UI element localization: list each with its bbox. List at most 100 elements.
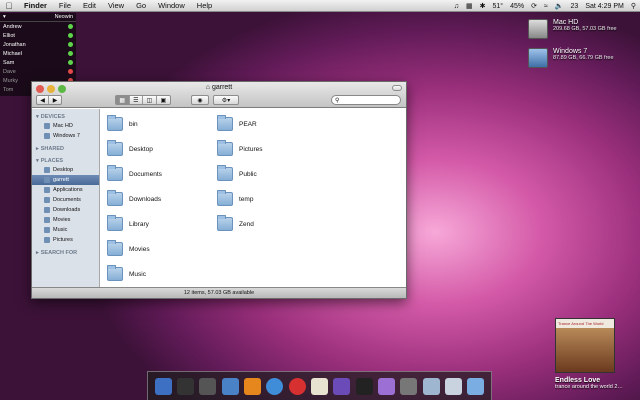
drive-name: Mac HD [553, 19, 579, 26]
trash-dock-icon[interactable] [467, 377, 485, 395]
sidebar-item-label: Desktop [53, 167, 74, 173]
action-menu-button[interactable]: ⚙ ▾ [213, 95, 239, 105]
sidebar-item-desktop[interactable]: Desktop [32, 165, 99, 175]
applications-stack-dock-icon[interactable] [422, 377, 440, 395]
file-item[interactable]: Library [107, 215, 149, 231]
file-item[interactable]: Desktop [107, 140, 153, 156]
dashboard-dock-icon[interactable] [176, 377, 194, 395]
temperature-readout[interactable]: 51° [492, 3, 503, 10]
status-dot-icon [68, 69, 73, 74]
file-name: Music [129, 270, 146, 278]
menu-finder[interactable]: Finder [18, 1, 53, 10]
spotlight-icon[interactable]: ⚲ [631, 2, 636, 10]
icon-view-button[interactable]: ▦ [116, 96, 130, 104]
toolbar-toggle-button[interactable] [392, 85, 402, 91]
window-titlebar[interactable]: ⌂ garrett ◀ ▶ ▦ ☰ ◫ ▣ ◉ ⚙ ▾ ⚲ [32, 82, 406, 108]
file-item[interactable]: Music [107, 265, 146, 281]
status-dot-icon [68, 60, 73, 65]
file-item[interactable]: Movies [107, 240, 150, 256]
menu-window[interactable]: Window [152, 1, 191, 10]
sidebar-item-label: Applications [53, 187, 83, 193]
search-field[interactable]: ⚲ [331, 95, 401, 105]
vlc-dock-icon[interactable] [243, 377, 261, 395]
file-item[interactable]: PEAR [217, 115, 257, 131]
column-view-button[interactable]: ◫ [143, 96, 157, 104]
sidebar-item-music[interactable]: Music [32, 225, 99, 235]
folder-icon [217, 215, 233, 231]
finder-dock-icon[interactable] [154, 377, 172, 395]
stack-dock-icon[interactable] [400, 377, 418, 395]
file-item[interactable]: Documents [107, 165, 162, 181]
sidebar-item-mac-hd[interactable]: Mac HD [32, 121, 99, 131]
sidebar-heading-search-for: SEARCH FOR [40, 249, 78, 256]
desktop-drive-windows-7[interactable]: Windows 7 87.89 GB, 66.79 GB free [528, 48, 614, 68]
collapse-icon[interactable]: ▾ [3, 14, 6, 20]
safari-dock-icon[interactable] [266, 377, 284, 395]
rocket-dock-icon[interactable] [333, 377, 351, 395]
disclosure-icon[interactable]: ▸ [36, 146, 39, 152]
buddy-row[interactable]: Jonathan [0, 40, 76, 49]
bluetooth-icon[interactable]: ✱ [480, 2, 486, 10]
buddy-name: Murky [3, 77, 18, 84]
grid-icon[interactable]: ▦ [466, 2, 473, 10]
file-name: Library [129, 220, 149, 228]
sidebar-item-windows-7[interactable]: Windows 7 [32, 131, 99, 141]
sidebar-item-movies[interactable]: Movies [32, 215, 99, 225]
activity-monitor-dock-icon[interactable] [355, 377, 373, 395]
volume-icon[interactable]: 🔈 [555, 2, 564, 10]
menu-edit[interactable]: Edit [77, 1, 102, 10]
file-item[interactable]: Downloads [107, 190, 162, 206]
buddy-row[interactable]: Andrew [0, 22, 76, 31]
dock [147, 371, 492, 400]
mail-dock-icon[interactable] [310, 377, 328, 395]
disclosure-icon[interactable]: ▾ [36, 158, 39, 164]
file-item[interactable]: bin [107, 115, 138, 131]
buddy-row[interactable]: Sam [0, 58, 76, 67]
sidebar-item-label: Mac HD [53, 123, 73, 129]
menu-view[interactable]: View [102, 1, 130, 10]
sidebar-item-downloads[interactable]: Downloads [32, 205, 99, 215]
file-item[interactable]: Pictures [217, 140, 262, 156]
apple-menu-icon[interactable]:  [0, 1, 18, 11]
sidebar-heading-shared: SHARED [40, 145, 64, 152]
forward-button[interactable]: ▶ [49, 96, 61, 104]
file-name: Downloads [129, 195, 162, 203]
music-note-icon[interactable]: ♫ [454, 3, 459, 10]
battery-readout[interactable]: 45% [510, 3, 524, 10]
file-item[interactable]: Zend [217, 215, 254, 231]
file-item[interactable]: temp [217, 190, 254, 206]
buddy-row[interactable]: Elliot [0, 31, 76, 40]
calendar-badge[interactable]: 23 [571, 3, 579, 10]
file-item[interactable]: Public [217, 165, 257, 181]
disclosure-icon[interactable]: ▾ [36, 114, 39, 120]
file-name: temp [239, 195, 254, 203]
folder-icon [107, 115, 123, 131]
sidebar-item-applications[interactable]: Applications [32, 185, 99, 195]
wifi-icon[interactable]: ≈ [544, 3, 548, 10]
sync-icon[interactable]: ⟳ [531, 2, 537, 10]
close-app-dock-icon[interactable] [288, 377, 306, 395]
file-name: Public [239, 170, 257, 178]
back-button[interactable]: ◀ [37, 96, 49, 104]
sidebar-item-garrett[interactable]: garrett [32, 175, 99, 185]
quick-look-button[interactable]: ◉ [191, 95, 209, 105]
buddy-name: Jonathan [3, 41, 26, 48]
disclosure-icon[interactable]: ▸ [36, 250, 39, 256]
buddy-row[interactable]: Dave [0, 67, 76, 76]
sidebar-item-pictures[interactable]: Pictures [32, 235, 99, 245]
documents-stack-dock-icon[interactable] [444, 377, 462, 395]
eye-icon: ◉ [197, 97, 203, 104]
clock[interactable]: Sat 4:29 PM [585, 3, 624, 10]
menu-go[interactable]: Go [130, 1, 152, 10]
terminal-dock-icon[interactable] [199, 377, 217, 395]
buddy-row[interactable]: Michael [0, 49, 76, 58]
itunes-dock-icon[interactable] [221, 377, 239, 395]
desktop-drive-mac-hd[interactable]: Mac HD 209.68 GB, 57.03 GB free [528, 19, 617, 39]
sidebar-item-documents[interactable]: Documents [32, 195, 99, 205]
list-view-button[interactable]: ☰ [130, 96, 144, 104]
album-art[interactable]: Trance Around The World [555, 318, 615, 373]
menu-help[interactable]: Help [191, 1, 218, 10]
xcode-dock-icon[interactable] [377, 377, 395, 395]
menu-file[interactable]: File [53, 1, 77, 10]
cover-flow-button[interactable]: ▣ [157, 96, 170, 104]
